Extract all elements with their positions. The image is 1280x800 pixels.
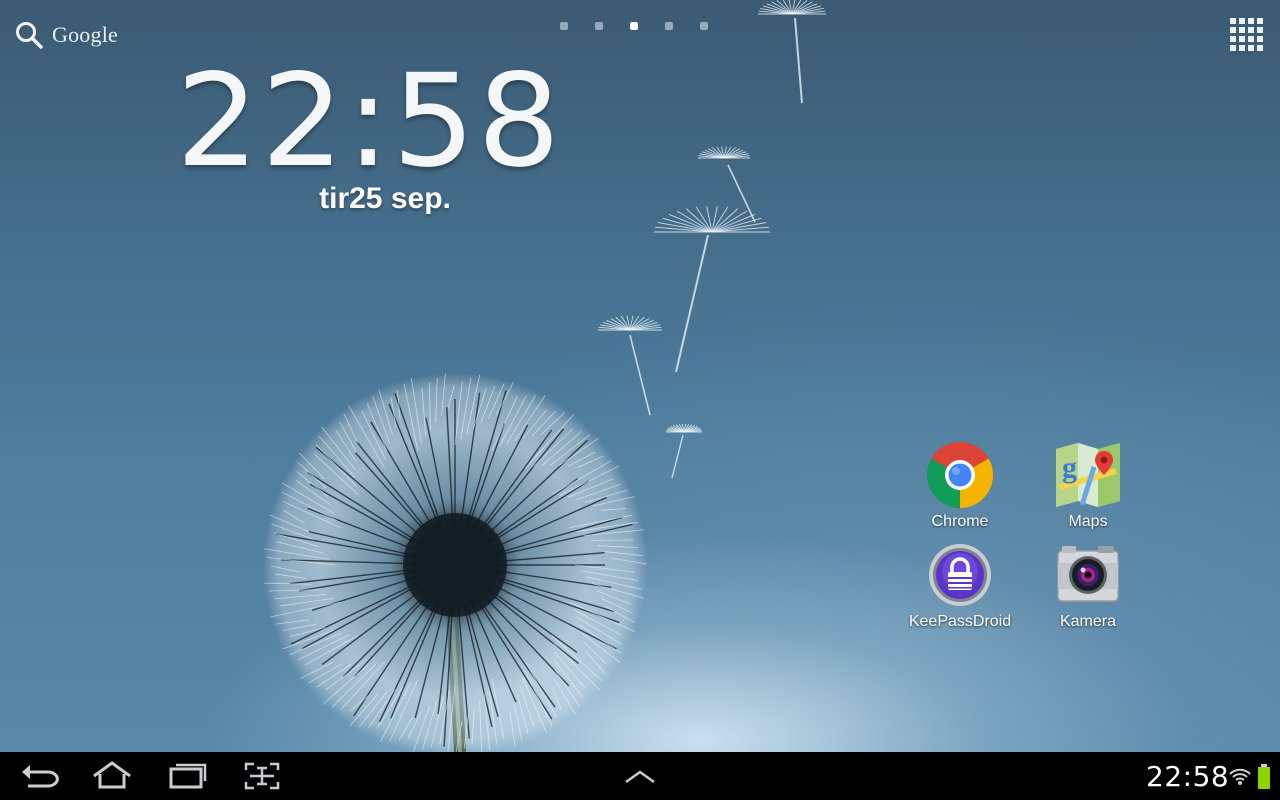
page-dot <box>700 22 708 30</box>
apps-grid-cell <box>1230 18 1236 24</box>
apps-grid-cell <box>1257 27 1263 33</box>
apps-grid-cell <box>1239 45 1245 51</box>
app-maps[interactable]: g Maps <box>1024 441 1152 537</box>
wifi-icon <box>1228 764 1252 788</box>
apps-grid-cell <box>1257 18 1263 24</box>
screenshot-button[interactable] <box>240 758 284 794</box>
page-dot <box>560 22 568 30</box>
apps-grid-cell <box>1239 36 1245 42</box>
home-button[interactable] <box>88 758 136 794</box>
apps-grid-cell <box>1230 27 1236 33</box>
clock-widget-date: tir25 sep. <box>319 182 451 215</box>
apps-grid-cell <box>1257 36 1263 42</box>
maps-icon: g <box>1054 441 1122 509</box>
page-dot <box>665 22 673 30</box>
chrome-icon <box>926 441 994 509</box>
search-icon <box>16 22 43 49</box>
apps-grid-cell <box>1248 45 1254 51</box>
page-dot-active <box>630 22 638 30</box>
home-screen: Google 22:58 tir25 sep. Chrome g Maps Ke… <box>0 0 1280 800</box>
apps-grid-cell <box>1230 36 1236 42</box>
screenshot-icon <box>244 762 280 790</box>
battery-icon <box>1256 764 1272 790</box>
recent-apps-icon <box>169 763 207 789</box>
app-keepassdroid[interactable]: KeePassDroid <box>896 541 1024 637</box>
back-button[interactable] <box>18 758 62 794</box>
apps-grid-cell <box>1239 18 1245 24</box>
page-indicator <box>560 22 708 30</box>
app-chrome[interactable]: Chrome <box>896 441 1024 537</box>
apps-grid-cell <box>1230 45 1236 51</box>
apps-grid-cell <box>1257 45 1263 51</box>
chevron-up-icon <box>625 770 655 784</box>
google-search-label: Google <box>52 22 118 47</box>
google-search-bar[interactable]: Google <box>14 18 118 52</box>
system-bar <box>0 752 1280 800</box>
apps-grid-cell <box>1248 27 1254 33</box>
svg-text:g: g <box>1062 451 1077 484</box>
keepassdroid-icon <box>926 541 994 609</box>
back-icon <box>22 765 59 788</box>
home-icon <box>93 761 131 789</box>
app-kamera[interactable]: Kamera <box>1024 541 1152 637</box>
apps-grid-cell <box>1239 27 1245 33</box>
recent-apps-button[interactable] <box>164 758 212 794</box>
app-label: Chrome <box>931 513 989 530</box>
camera-icon <box>1054 541 1122 609</box>
app-label: Kamera <box>1059 613 1117 630</box>
status-bar-clock: 22:58 <box>1146 760 1230 793</box>
all-apps-button[interactable] <box>1230 18 1266 54</box>
app-label: KeePassDroid <box>908 613 1012 630</box>
app-tray-button[interactable] <box>620 758 660 794</box>
clock-widget-time[interactable]: 22:58 <box>176 51 594 193</box>
page-dot <box>595 22 603 30</box>
apps-grid-cell <box>1248 36 1254 42</box>
app-label: Maps <box>1068 513 1108 530</box>
apps-grid-cell <box>1248 18 1254 24</box>
